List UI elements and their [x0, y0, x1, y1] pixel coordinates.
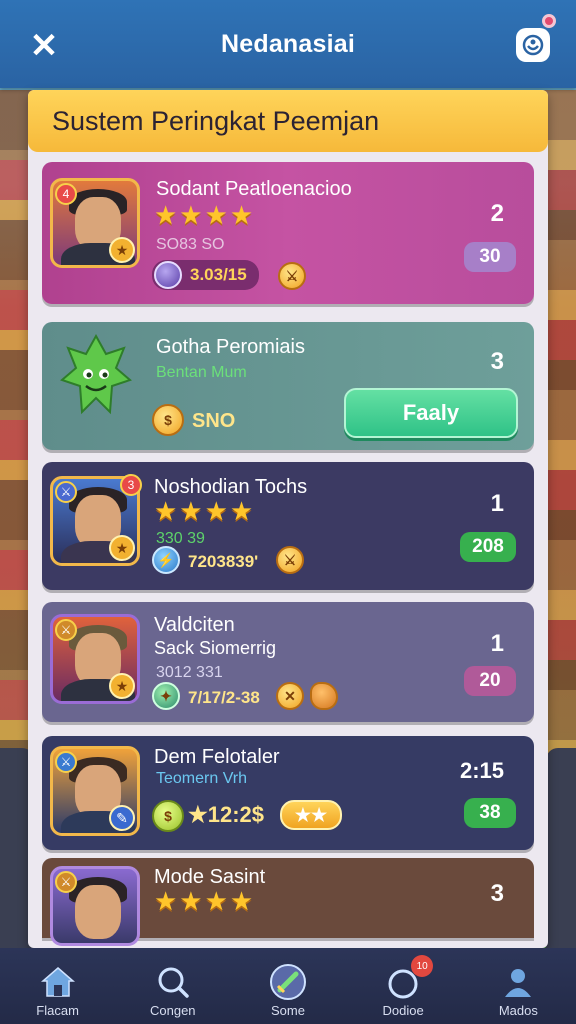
coin-value: SNO	[192, 410, 236, 432]
coin-icon: ⚔	[278, 262, 306, 290]
currency-value: ★12:2$	[188, 802, 264, 827]
magic-icon: ✎	[109, 805, 135, 831]
gem-icon: ✦	[152, 682, 180, 710]
nav-item-profile[interactable]: Mados	[468, 961, 568, 1018]
rank-number: 1	[490, 630, 504, 657]
nav-label: Congen	[150, 1003, 196, 1018]
avatar-face	[75, 885, 121, 939]
nav-label: Some	[270, 1003, 305, 1018]
medal-icon: ★	[109, 237, 135, 263]
search-icon	[123, 961, 223, 1003]
class-badge: ⚔	[55, 871, 77, 893]
score-badge: 38	[464, 798, 516, 828]
stars-badge: ★★	[280, 800, 342, 830]
star-rating: ★★★★	[154, 200, 256, 230]
gem-icon	[154, 261, 182, 289]
score-badge: 20	[464, 666, 516, 696]
coin-icon: ✕	[276, 682, 304, 710]
close-icon[interactable]: ✕	[24, 26, 64, 66]
player-avatar: ⚔	[50, 866, 140, 946]
player-avatar: ⚔ ★	[50, 614, 140, 704]
score-badge: 30	[464, 242, 516, 272]
coin-icon: ⚔	[276, 546, 304, 574]
player-subtext: 3012 331	[156, 664, 223, 681]
coin-icon: $	[152, 800, 184, 832]
player-name: Gotha Peromiais	[156, 336, 305, 358]
panel-header: Sustem Peringkat Peemjan	[28, 90, 548, 152]
level-badge: 4	[55, 183, 77, 205]
rank-number: 2	[490, 200, 504, 227]
player-title: Sack Siomerrig	[154, 638, 277, 658]
rank-number: 3	[490, 348, 504, 375]
player-name: Valdciten	[154, 614, 235, 636]
medal-icon: ★	[109, 535, 135, 561]
nav-item-notifications[interactable]: 10 Dodioe	[353, 955, 453, 1018]
energy-icon: ⚡	[152, 546, 180, 574]
nav-item-battle[interactable]: Some	[238, 961, 338, 1018]
shield-icon	[310, 682, 338, 710]
player-subtext: SO83 SO	[156, 236, 225, 253]
nav-label: Dodioe	[382, 1003, 424, 1018]
leaderboard-row[interactable]: ⚔ ✎ Dem Felotaler Teomern Vrh $ ★12:2$ ★…	[42, 736, 534, 850]
class-badge: ⚔	[55, 481, 77, 503]
player-subtext: Bentan Mum	[156, 364, 247, 381]
star-rating: ★★★★	[154, 886, 256, 916]
rank-number: 2:15	[459, 758, 504, 783]
currency-value: 3.03/15	[190, 265, 247, 284]
claim-button[interactable]: Faaly	[344, 388, 518, 438]
currency-value: 7/17/2-38	[188, 688, 260, 707]
notification-dot	[542, 14, 556, 28]
player-name: Dem Felotaler	[154, 746, 280, 768]
star-rating: ★★★★	[154, 496, 256, 526]
nav-item-home[interactable]: Flacam	[8, 961, 108, 1018]
player-name: Sodant Peatloenacioo	[156, 178, 352, 200]
leaderboard-row[interactable]: Gotha Peromiais Bentan Mum $ SNO 3 Faaly	[42, 322, 534, 450]
rank-number: 1	[490, 490, 504, 517]
score-badge: 208	[460, 532, 516, 562]
panel-title: Sustem Peringkat Peemjan	[52, 105, 380, 136]
rank-number: 3	[490, 880, 504, 907]
currency-value: 7203839'	[188, 552, 259, 571]
player-avatar: 4 ★	[50, 178, 140, 268]
notification-badge: 10	[411, 955, 434, 977]
top-bar: ✕ Nedanasiai	[0, 0, 576, 88]
class-badge: ⚔	[55, 751, 77, 773]
player-avatar: ⚔ ✎	[50, 746, 140, 836]
coin-icon: $	[152, 404, 184, 436]
leaderboard-row[interactable]: ⚔ ★ Valdciten Sack Siomerrig 3012 331 ✦ …	[42, 602, 534, 722]
leaderboard-row[interactable]: ⚔ ★ 3 Noshodian Tochs ★★★★ 330 39 ⚡ 7203…	[42, 462, 534, 590]
nav-label: Mados	[498, 1003, 538, 1018]
player-subtext: Teomern Vrh	[156, 770, 247, 787]
medal-icon: ★	[109, 673, 135, 699]
leaderboard-row[interactable]: ⚔ Mode Sasint ★★★★ 3	[42, 858, 534, 946]
notification-icon	[353, 961, 453, 1003]
user-icon	[468, 961, 568, 1003]
sword-icon	[238, 961, 338, 1003]
bottom-navigation: Flacam Congen Some 10 Dodioe Mados	[0, 948, 576, 1024]
leaderboard-row[interactable]: 4 ★ Sodant Peatloenacioo ★★★★ SO83 SO 3.…	[42, 162, 534, 304]
level-badge: 3	[120, 474, 142, 496]
app-title: Nedanasiai	[220, 29, 355, 58]
leaderboard-panel: Sustem Peringkat Peemjan 4 ★ Sodant Peat…	[28, 90, 548, 948]
background-structure-right	[546, 748, 576, 948]
class-badge: ⚔	[55, 619, 77, 641]
nav-label: Flacam	[36, 1003, 79, 1018]
nav-item-search[interactable]: Congen	[123, 961, 223, 1018]
profile-icon[interactable]	[516, 28, 550, 62]
currency-display: 3.03/15	[152, 260, 259, 290]
home-icon	[8, 961, 108, 1003]
mascot-icon	[60, 333, 132, 415]
